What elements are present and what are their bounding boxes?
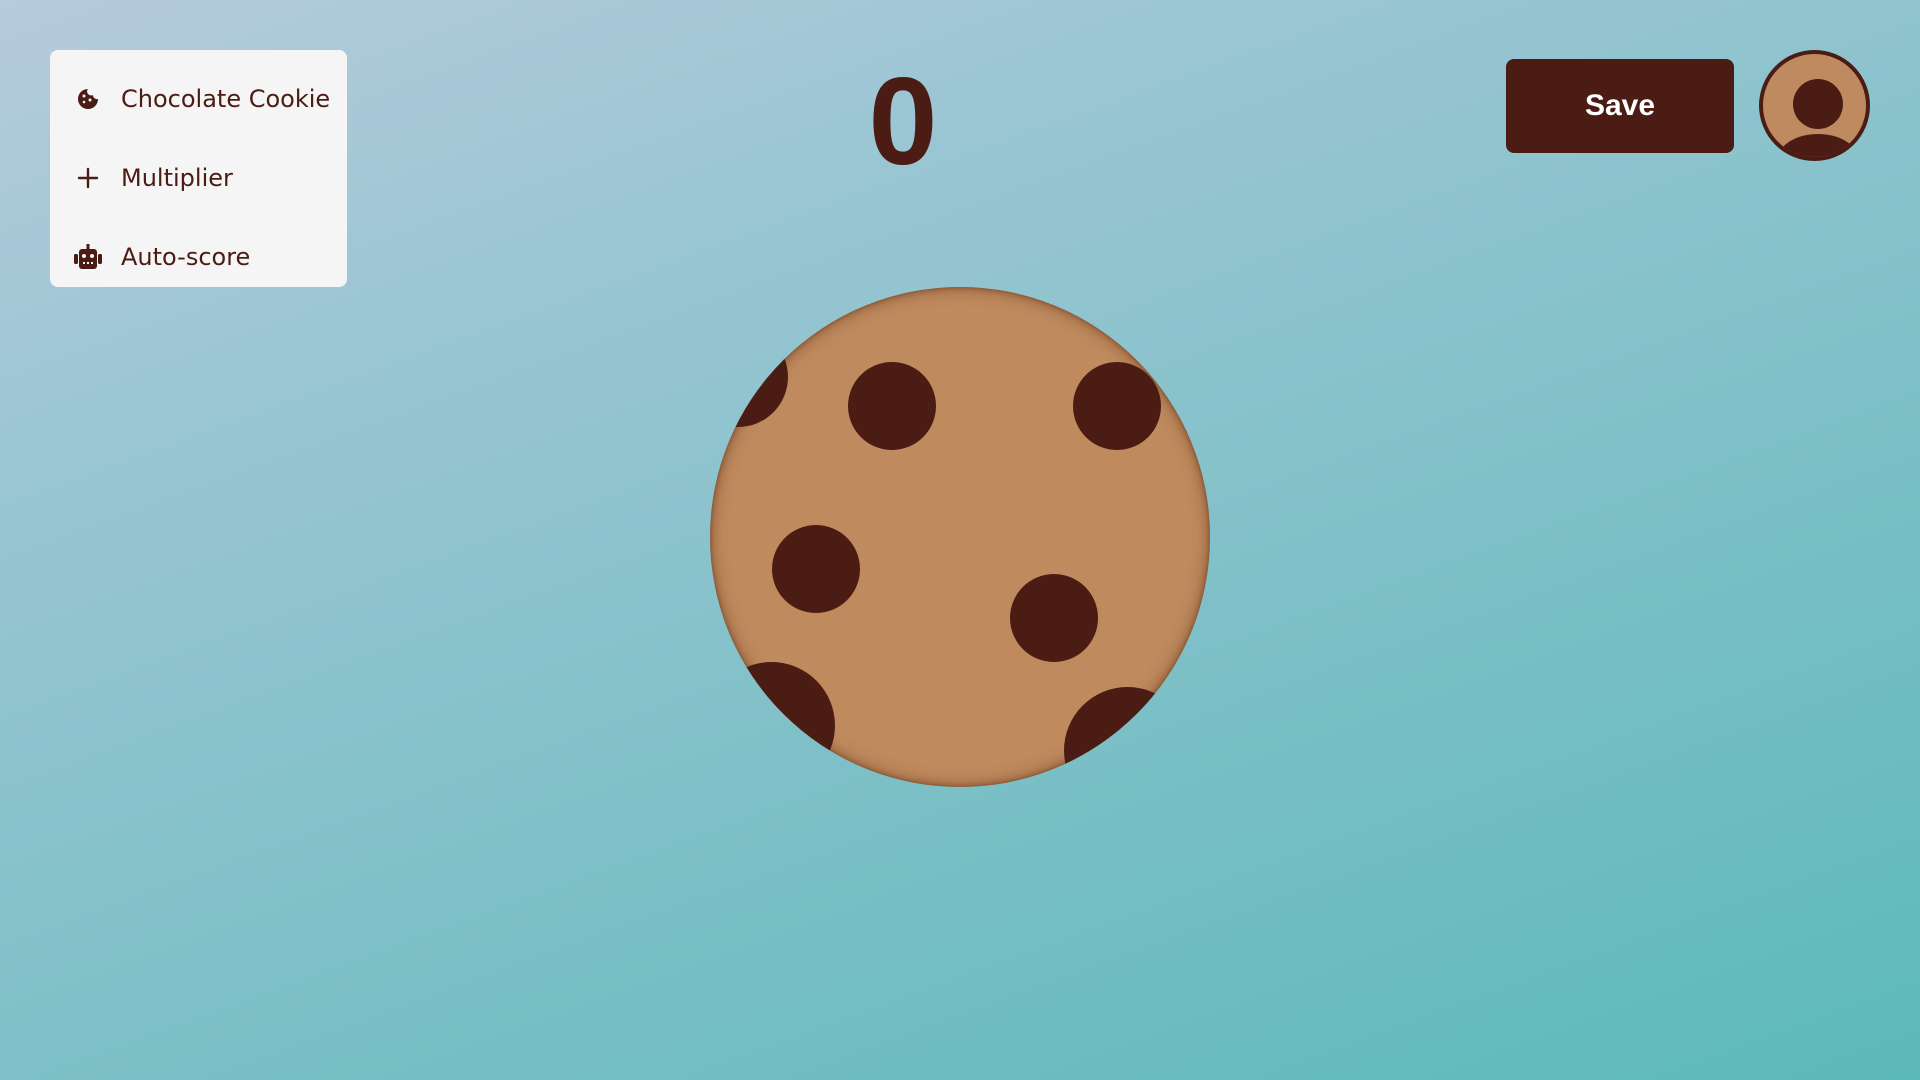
chocolate-chip	[848, 362, 936, 450]
chocolate-chip	[1010, 574, 1098, 662]
user-avatar-icon[interactable]	[1759, 50, 1870, 161]
chocolate-chip	[1064, 687, 1191, 787]
chocolate-chip	[710, 662, 835, 787]
menu-item-label: Multiplier	[121, 163, 233, 192]
menu-item-label: Chocolate Cookie	[121, 84, 331, 113]
save-button[interactable]: Save	[1506, 59, 1734, 153]
menu-item-auto-score[interactable]: Auto-score	[50, 217, 347, 296]
chocolate-chip	[1073, 362, 1161, 450]
robot-icon	[72, 241, 104, 273]
cookie-button[interactable]	[710, 287, 1210, 787]
score-counter: 0	[868, 53, 938, 191]
chocolate-chip	[772, 525, 860, 613]
chocolate-chip	[710, 327, 788, 427]
upgrade-menu: Chocolate Cookie Multiplier Auto-score	[50, 50, 347, 287]
plus-icon	[72, 162, 104, 194]
menu-item-multiplier[interactable]: Multiplier	[50, 138, 347, 217]
cookie-icon	[72, 83, 104, 115]
menu-item-chocolate-cookie[interactable]: Chocolate Cookie	[50, 59, 347, 138]
menu-item-label: Auto-score	[121, 242, 251, 271]
